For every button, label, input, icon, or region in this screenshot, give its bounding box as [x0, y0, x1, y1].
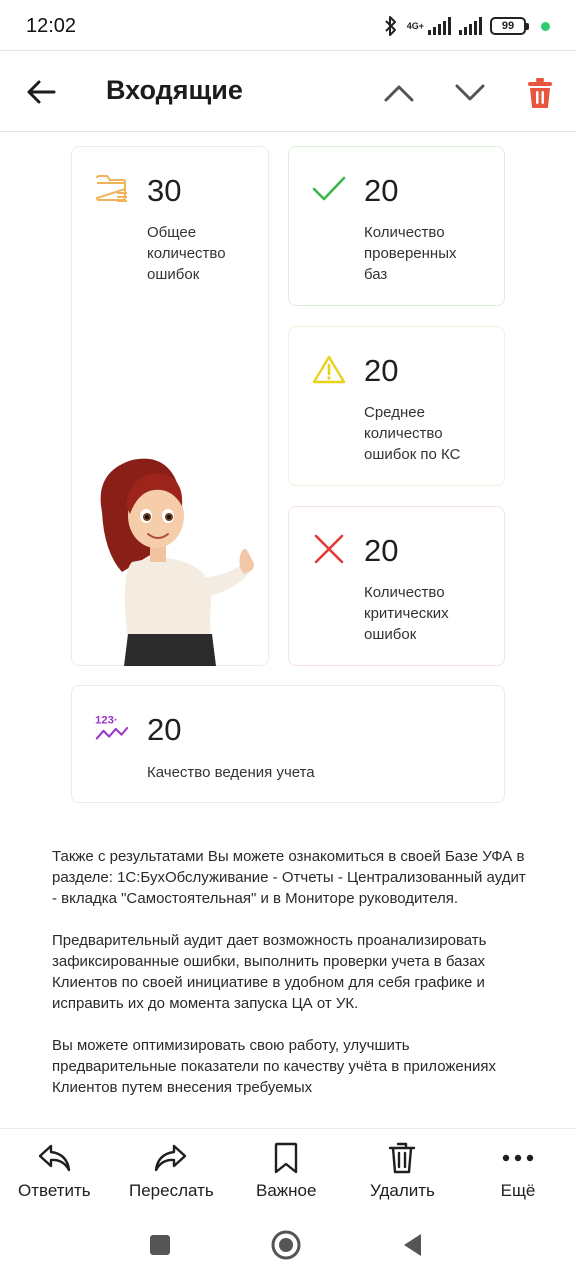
checked-bases-label: Количество проверенных баз [364, 224, 457, 283]
signal-icon-2 [459, 17, 482, 35]
battery-icon: 99 [490, 17, 529, 35]
total-errors-value: 30 [147, 173, 182, 208]
accounting-quality-label: Качество ведения учета [147, 764, 315, 781]
svg-text:123·: 123· [95, 714, 118, 726]
message-paragraph-2: Предварительный аудит дает возможность п… [52, 932, 487, 1012]
page-title: Входящие [106, 75, 243, 105]
delete-button[interactable] [520, 73, 560, 113]
mascot-illustration [92, 452, 257, 666]
triangle-back-icon [404, 1234, 421, 1256]
status-bar: 12:02 4G+ 99 [0, 0, 576, 52]
reply-button[interactable]: Ответить [18, 1139, 91, 1201]
average-errors-value: 20 [364, 353, 399, 388]
total-errors-label: Общее количество ошибок [147, 224, 226, 283]
quality-chart-icon: 123· [94, 710, 130, 746]
checkmark-icon [311, 171, 347, 207]
warning-icon [311, 351, 347, 387]
important-button[interactable]: Важное [256, 1139, 316, 1201]
back-button[interactable] [24, 73, 58, 111]
message-action-bar: Ответить Переслать Важное Удалить Ещё [0, 1128, 576, 1210]
privacy-indicator-dot [541, 21, 550, 31]
forward-button[interactable]: Переслать [129, 1139, 214, 1201]
signal-icon [428, 17, 451, 35]
home-circle-icon [271, 1230, 301, 1260]
bluetooth-icon [385, 16, 396, 36]
more-button[interactable]: Ещё [498, 1139, 538, 1201]
more-label: Ещё [500, 1181, 536, 1200]
accounting-quality-card: 123· 20 Качество ведения учета [71, 685, 505, 803]
arrow-left-icon [27, 80, 56, 104]
previous-message-button[interactable] [379, 73, 419, 113]
trash-icon [528, 78, 552, 108]
critical-errors-value: 20 [364, 533, 399, 568]
reply-icon [34, 1139, 74, 1177]
total-errors-card: 30 Общее количество ошибок [71, 146, 269, 666]
system-navigation-bar [0, 1210, 576, 1280]
average-errors-card: 20 Среднее количество ошибок по КС [288, 326, 505, 486]
status-time: 12:02 [26, 14, 77, 37]
critical-errors-card: 20 Количество критических ошибок [288, 506, 505, 666]
folder-icon [94, 171, 130, 207]
status-icons: 4G+ 99 [383, 15, 550, 37]
message-paragraph-3: Вы можете оптимизировать свою работу, ул… [52, 1037, 497, 1096]
reply-label: Ответить [18, 1181, 91, 1200]
recents-button[interactable] [143, 1228, 177, 1262]
average-errors-label: Среднее количество ошибок по КС [364, 404, 461, 463]
cross-icon [311, 531, 347, 567]
checked-bases-value: 20 [364, 173, 399, 208]
bookmark-icon [266, 1139, 306, 1177]
more-dots-icon [498, 1139, 538, 1177]
forward-icon [151, 1139, 191, 1177]
message-paragraph-1: Также с результатами Вы можете ознакомит… [52, 848, 526, 907]
home-button[interactable] [269, 1228, 303, 1262]
app-header: Входящие [0, 50, 576, 132]
next-message-button[interactable] [450, 73, 490, 113]
delete-action-button[interactable]: Удалить [370, 1139, 435, 1201]
network-type-label: 4G+ [406, 20, 424, 31]
delete-label: Удалить [370, 1181, 435, 1200]
accounting-quality-value: 20 [147, 712, 182, 747]
chevron-up-icon [384, 85, 414, 102]
checked-bases-card: 20 Количество проверенных баз [288, 146, 505, 306]
chevron-down-icon [455, 84, 485, 101]
battery-level: 99 [490, 17, 526, 35]
important-label: Важное [256, 1181, 317, 1200]
forward-label: Переслать [129, 1181, 214, 1200]
square-icon [150, 1235, 170, 1255]
trash-outline-icon [382, 1139, 422, 1177]
system-back-button[interactable] [395, 1228, 429, 1262]
critical-errors-label: Количество критических ошибок [364, 584, 449, 643]
message-body: Также с результатами Вы можете ознакомит… [52, 846, 532, 1119]
